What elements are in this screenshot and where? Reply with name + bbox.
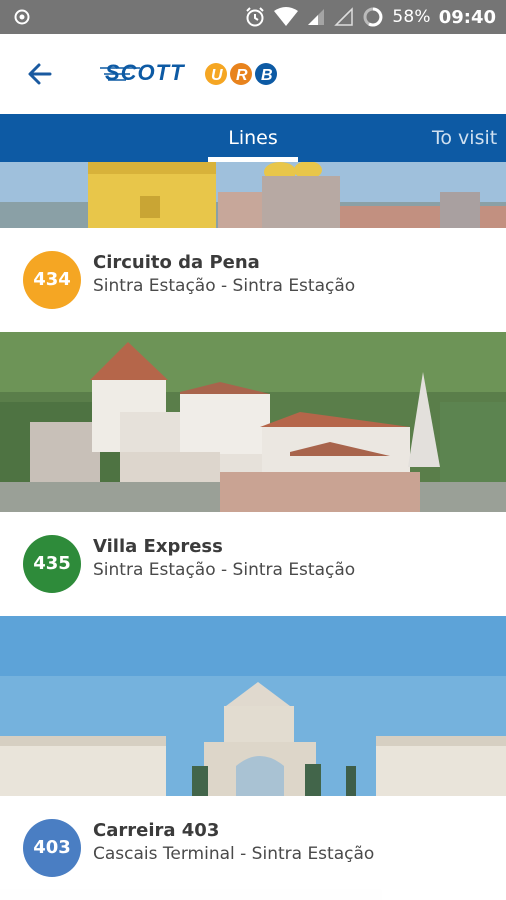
sintra-palace-image bbox=[0, 332, 506, 512]
scotturb-logo: SCOTT U R B bbox=[100, 60, 277, 85]
battery-percent: 58% bbox=[392, 7, 431, 27]
tab-lines[interactable]: Lines bbox=[208, 114, 298, 162]
seteais-palace-image bbox=[0, 616, 506, 796]
signal-empty-icon bbox=[334, 7, 354, 26]
line-item-435[interactable]: 435 Villa Express Sintra Estação - Sintr… bbox=[0, 512, 506, 616]
alarm-icon bbox=[246, 7, 265, 27]
line-route: Cascais Terminal - Sintra Estação bbox=[93, 844, 375, 864]
logo-letter-r: R bbox=[236, 67, 248, 84]
logo-text: SCOTT bbox=[105, 60, 185, 85]
wifi-icon bbox=[274, 7, 299, 26]
line-title: Circuito da Pena bbox=[93, 252, 260, 273]
tab-to-visit[interactable]: To visit bbox=[432, 114, 506, 162]
app-header: SCOTT U R B bbox=[0, 34, 506, 114]
line-number-badge: 403 bbox=[23, 819, 81, 877]
battery-ring-icon bbox=[363, 7, 383, 27]
signal-icon bbox=[308, 9, 325, 25]
line-item-434[interactable]: 434 Circuito da Pena Sintra Estação - Si… bbox=[0, 228, 506, 332]
line-number-badge: 435 bbox=[23, 535, 81, 593]
logo-letter-b: B bbox=[261, 67, 273, 84]
status-bar: 58% 09:40 bbox=[0, 0, 506, 34]
logo-letter-u: U bbox=[211, 67, 223, 84]
line-item-403[interactable]: 403 Carreira 403 Cascais Terminal - Sint… bbox=[0, 796, 506, 900]
camera-dot-icon bbox=[14, 9, 30, 25]
clock: 09:40 bbox=[438, 6, 496, 28]
pena-palace-image bbox=[0, 162, 506, 228]
line-title: Carreira 403 bbox=[93, 820, 220, 841]
line-route: Sintra Estação - Sintra Estação bbox=[93, 276, 356, 296]
line-title: Villa Express bbox=[93, 536, 223, 557]
arrow-left-icon[interactable] bbox=[24, 58, 56, 90]
tab-bar: Lines To visit bbox=[0, 114, 506, 162]
line-route: Sintra Estação - Sintra Estação bbox=[93, 560, 356, 580]
line-number-badge: 434 bbox=[23, 251, 81, 309]
